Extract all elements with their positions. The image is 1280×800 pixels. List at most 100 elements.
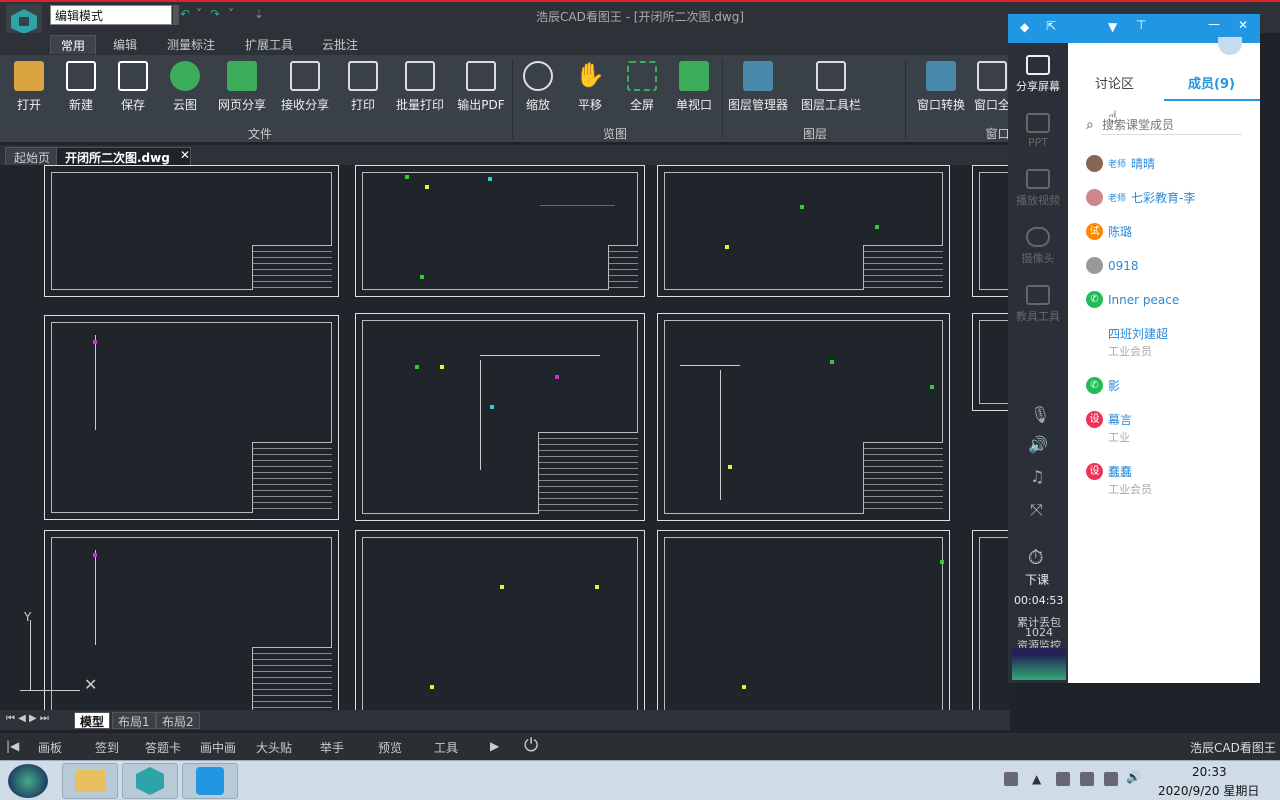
- collapse-icon[interactable]: |◀: [6, 739, 19, 753]
- music-icon[interactable]: ♫: [1030, 467, 1044, 486]
- tab-layout2[interactable]: 布局2: [156, 712, 200, 729]
- tab-discussion[interactable]: 讨论区: [1095, 73, 1134, 92]
- member-item[interactable]: 设幕言: [1086, 411, 1132, 428]
- expand-icon[interactable]: ▶: [490, 739, 499, 753]
- tab-start-page[interactable]: 起始页: [5, 147, 60, 165]
- fullscreen-icon[interactable]: ⤧: [1030, 500, 1043, 520]
- member-panel: 讨论区 成员(9) ⌕ 老师晴晴 老师七彩教育-李 试陈璐 0918 ✆Inne…: [1068, 37, 1260, 683]
- pin-icon[interactable]: ⊤: [1136, 18, 1146, 32]
- whiteboard-button[interactable]: 画板: [38, 739, 62, 756]
- notice-icon[interactable]: [1218, 37, 1242, 55]
- tab-members[interactable]: 成员(9): [1188, 73, 1235, 92]
- end-class-button[interactable]: 下课: [1025, 571, 1049, 588]
- sticker-button[interactable]: 大头贴: [256, 739, 292, 756]
- start-button[interactable]: [8, 764, 48, 798]
- volume-icon[interactable]: 🔊: [1126, 770, 1141, 784]
- print-button[interactable]: 打印: [335, 59, 391, 113]
- share-screen-button[interactable]: 分享屏幕: [1008, 55, 1068, 94]
- pip-button[interactable]: 画中画: [200, 739, 236, 756]
- tray-expand-icon[interactable]: ▲: [1032, 772, 1041, 786]
- member-item[interactable]: ✆ Inner peace: [1086, 291, 1179, 308]
- member-role: 工业会员: [1108, 483, 1152, 496]
- minimize-icon[interactable]: —: [1208, 17, 1220, 31]
- window-switch-button[interactable]: 窗口转换: [912, 59, 970, 113]
- tab-common[interactable]: 常用: [50, 35, 97, 54]
- tab-measure[interactable]: 测量标注: [157, 35, 225, 54]
- camera-button[interactable]: 摄像头: [1008, 227, 1068, 266]
- fullscreen-button[interactable]: 全屏: [614, 59, 670, 113]
- end-class-icon[interactable]: ⏱: [1028, 545, 1044, 569]
- group-window: 窗口: [985, 127, 1010, 141]
- ppt-button[interactable]: PPT: [1008, 113, 1068, 149]
- member-search-input[interactable]: [1102, 115, 1242, 135]
- web-share-button[interactable]: 网页分享: [214, 59, 270, 113]
- avatar: 设: [1086, 463, 1103, 480]
- network-icon[interactable]: [1104, 772, 1118, 786]
- avatar: [1086, 155, 1103, 172]
- close-tab-icon[interactable]: ✕: [180, 148, 190, 162]
- pan-button[interactable]: ✋ 平移: [562, 59, 618, 113]
- member-item[interactable]: 试陈璐: [1086, 223, 1132, 240]
- usb-icon[interactable]: [1080, 772, 1094, 786]
- share-out-icon[interactable]: ⇱: [1046, 19, 1056, 33]
- clock-date[interactable]: 2020/9/20 星期日: [1158, 782, 1259, 799]
- teaching-tools-button[interactable]: 教具工具: [1008, 285, 1068, 324]
- mouse-cursor-icon: ☝: [1108, 107, 1118, 126]
- microphone-icon[interactable]: 🎙: [1030, 405, 1050, 424]
- drawing-canvas[interactable]: Y ✕: [0, 165, 1010, 710]
- new-file-icon: [66, 61, 96, 91]
- drawing-sheet: [657, 165, 950, 297]
- tab-cloud-annotate[interactable]: 云批注: [312, 35, 368, 54]
- member-item[interactable]: ✆ 影: [1086, 377, 1120, 394]
- cad-taskbar-icon[interactable]: [122, 763, 178, 799]
- share-screen-icon: [1026, 55, 1050, 75]
- explorer-taskbar-icon[interactable]: [62, 763, 118, 799]
- avatar: 设: [1086, 411, 1103, 428]
- member-item[interactable]: 老师 晴晴: [1086, 155, 1155, 172]
- batch-print-button[interactable]: 批量打印: [392, 59, 448, 113]
- close-icon[interactable]: ✕: [1238, 18, 1248, 32]
- tab-model[interactable]: 模型: [74, 712, 111, 729]
- tools-button[interactable]: 工具: [434, 739, 458, 756]
- tab-drawing[interactable]: 开闭所二次图.dwg: [56, 147, 191, 165]
- classroom-taskbar-icon[interactable]: [182, 763, 238, 799]
- avatar: [1086, 257, 1103, 274]
- folder-icon: [14, 61, 44, 91]
- member-item[interactable]: 老师 七彩教育-李: [1086, 189, 1195, 206]
- qq-icon[interactable]: [1056, 772, 1070, 786]
- first-layout-icon[interactable]: ⏮ ◀ ▶ ⏭: [6, 713, 49, 724]
- sign-in-button[interactable]: 签到: [95, 739, 119, 756]
- export-pdf-button[interactable]: 输出PDF: [453, 59, 509, 113]
- clock-time[interactable]: 20:33: [1192, 765, 1227, 779]
- cloud-button[interactable]: 云图: [157, 59, 213, 113]
- single-viewport-button[interactable]: 单视口: [666, 59, 722, 113]
- hand-icon: ✋: [575, 61, 605, 89]
- new-button[interactable]: 新建: [53, 59, 109, 113]
- open-button[interactable]: 打开: [1, 59, 57, 113]
- save-button[interactable]: 保存: [105, 59, 161, 113]
- speaker-icon[interactable]: 🔊: [1028, 435, 1048, 454]
- power-icon[interactable]: ⏻: [524, 735, 538, 756]
- preview-button[interactable]: 预览: [378, 739, 402, 756]
- raise-hand-button[interactable]: 举手: [320, 739, 344, 756]
- member-item[interactable]: 四班刘建超: [1108, 325, 1168, 342]
- video-icon: [1026, 169, 1050, 189]
- member-item[interactable]: 0918: [1086, 257, 1139, 274]
- zoom-button[interactable]: 缩放: [510, 59, 566, 113]
- pdf-icon: [466, 61, 496, 91]
- member-item[interactable]: 设蠢蠢: [1086, 463, 1132, 480]
- play-video-button[interactable]: 播放视频: [1008, 169, 1068, 208]
- receive-share-button[interactable]: 接收分享: [277, 59, 333, 113]
- tab-extend[interactable]: 扩展工具: [235, 35, 303, 54]
- layer-toolbar-button[interactable]: 图层工具栏: [798, 59, 864, 113]
- tab-layout1[interactable]: 布局1: [112, 712, 156, 729]
- layer-manager-button[interactable]: 图层管理器: [725, 59, 791, 113]
- answer-card-button[interactable]: 答题卡: [145, 739, 181, 756]
- chevron-down-icon[interactable]: ▼: [1108, 20, 1117, 34]
- ucs-y-axis: Y: [24, 610, 32, 624]
- keyboard-icon[interactable]: [1004, 772, 1018, 786]
- layer-toolbar-icon: [816, 61, 846, 91]
- window-all-button[interactable]: 窗口全: [972, 59, 1012, 113]
- tab-edit[interactable]: 编辑: [103, 35, 147, 54]
- resource-graph: [1012, 648, 1066, 680]
